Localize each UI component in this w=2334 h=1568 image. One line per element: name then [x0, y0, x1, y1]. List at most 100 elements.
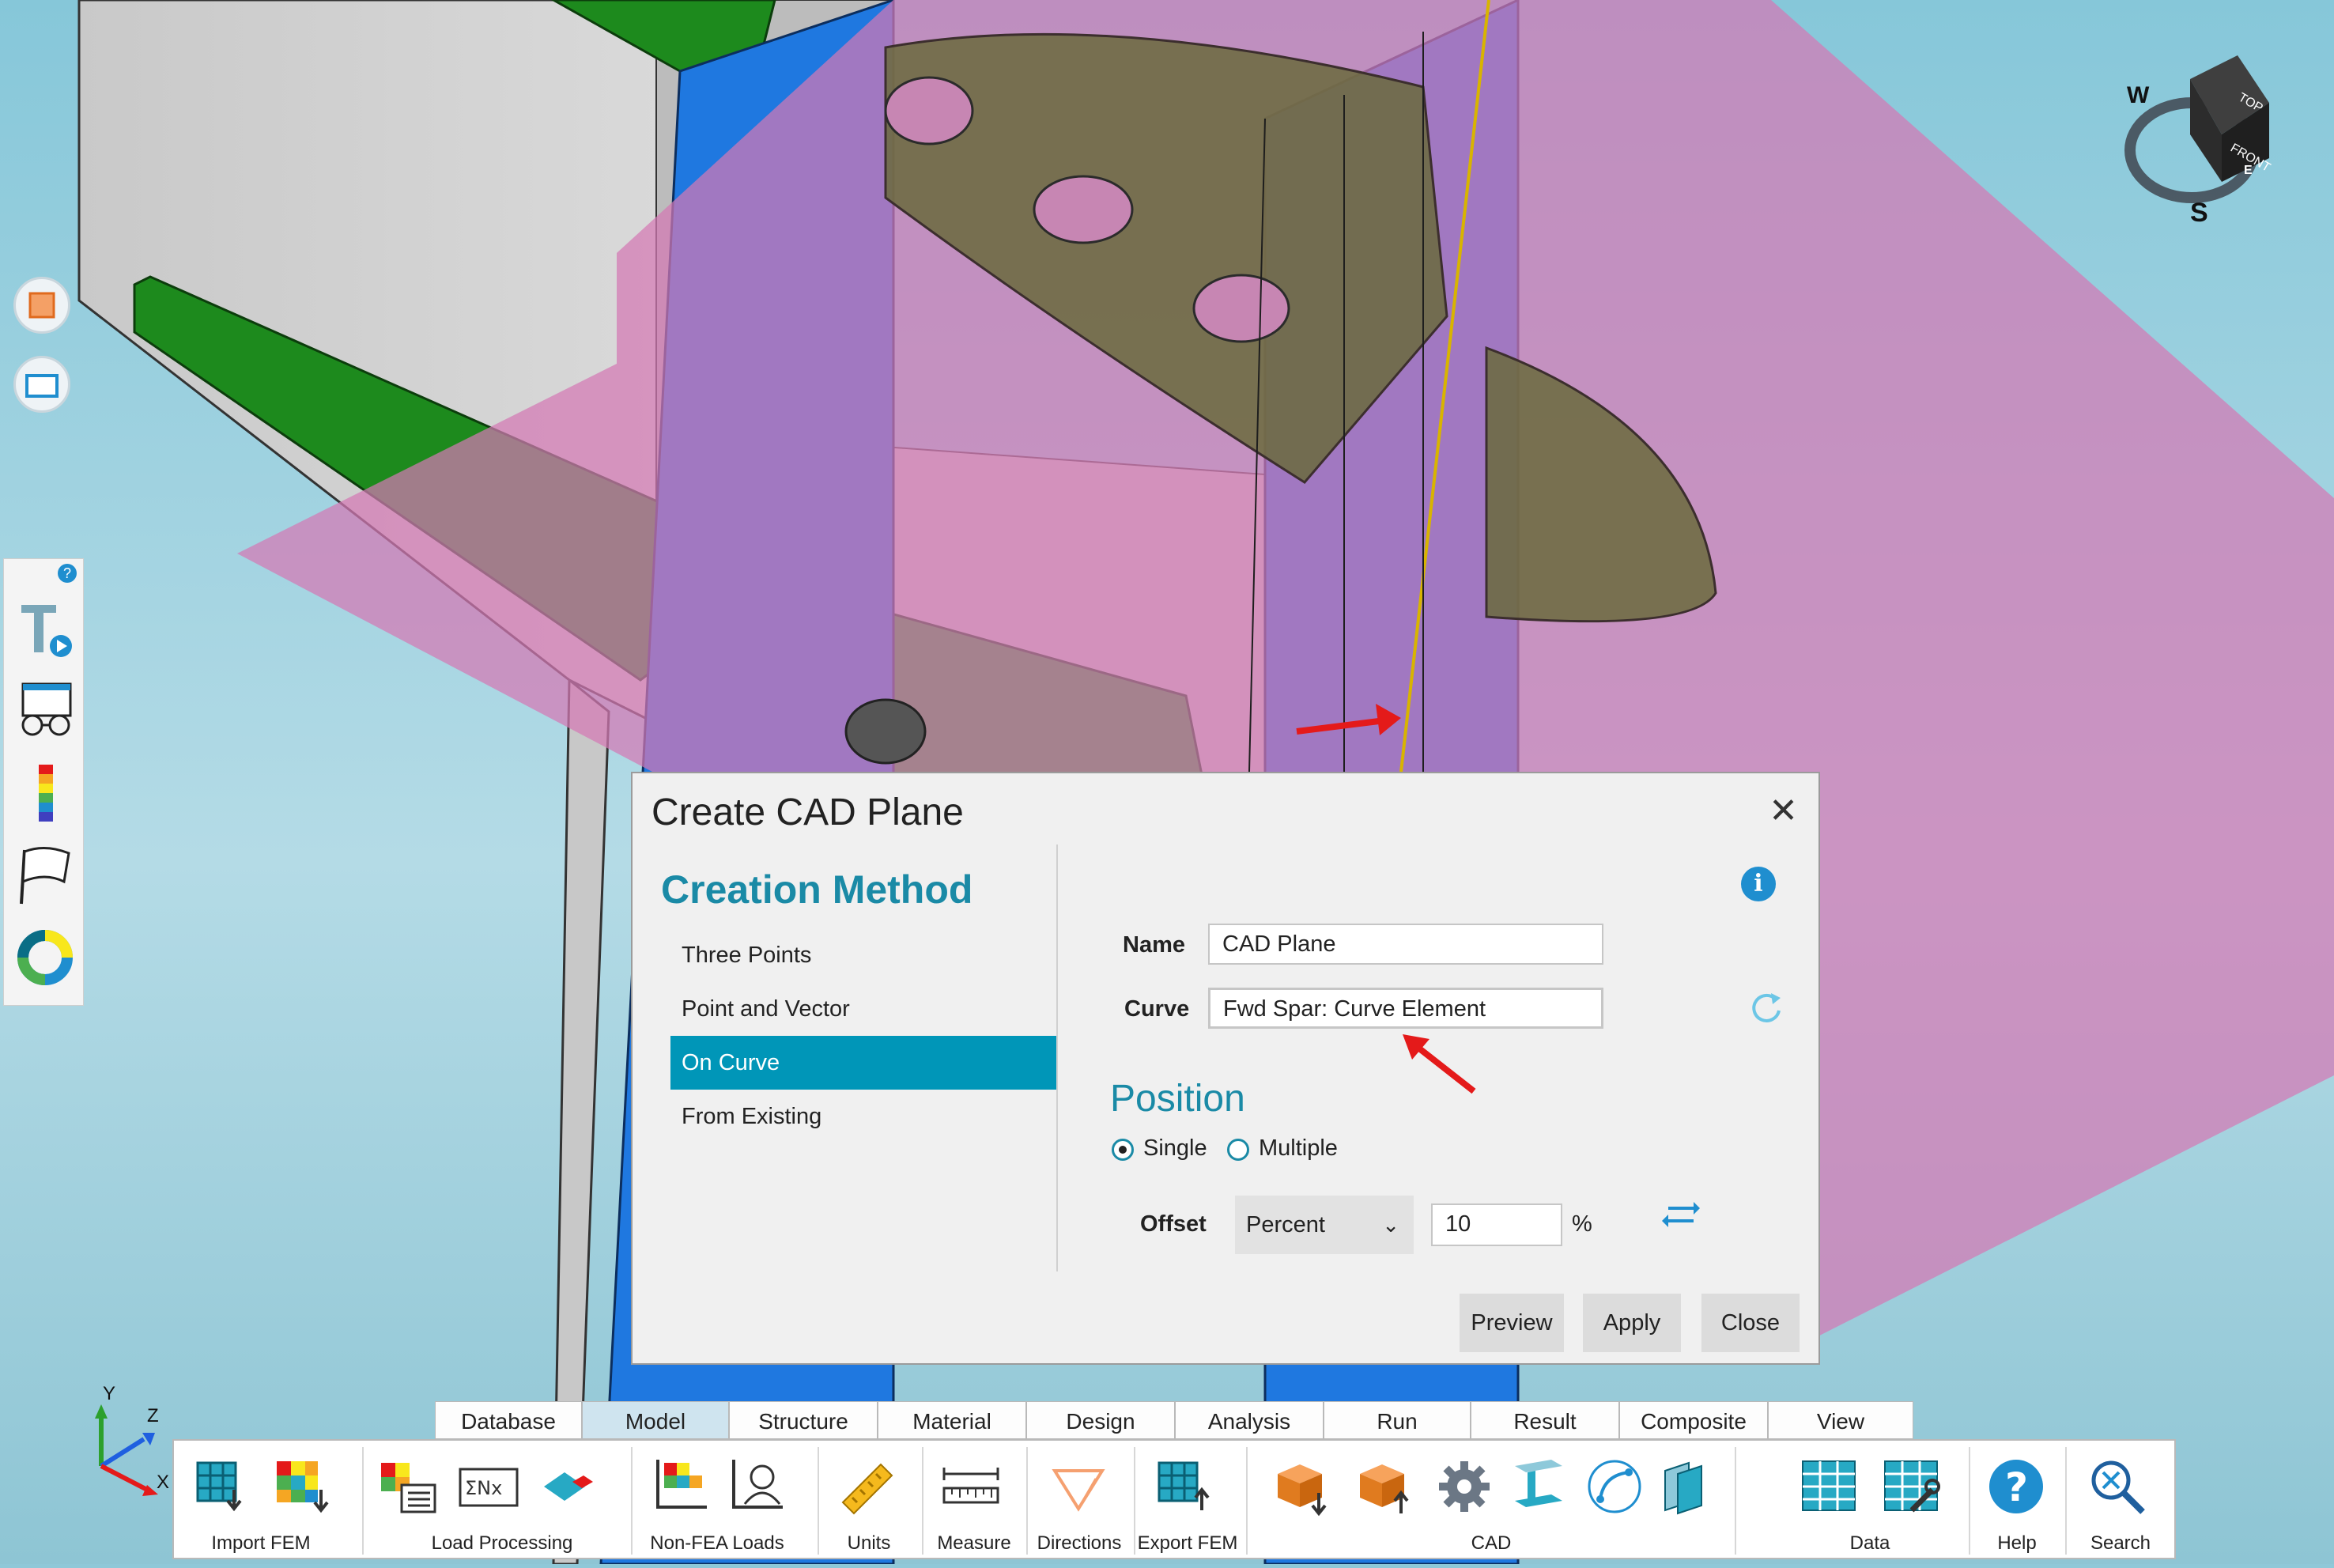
svg-text:ΣNx: ΣNx [465, 1477, 502, 1499]
curve-field[interactable]: Fwd Spar: Curve Element [1208, 988, 1603, 1029]
search-button[interactable] [2086, 1455, 2149, 1518]
cad-beam-button[interactable] [1507, 1455, 1570, 1518]
create-cad-plane-dialog: Create CAD Plane ✕ Creation Method Three… [631, 772, 1820, 1365]
tab-view[interactable]: View [1768, 1401, 1913, 1439]
gear-icon [1439, 1461, 1490, 1512]
dialog-close-icon[interactable]: ✕ [1769, 791, 1798, 831]
info-icon[interactable]: i [1741, 867, 1776, 901]
refresh-icon[interactable] [1747, 988, 1785, 1026]
method-on-curve[interactable]: On Curve [670, 1036, 1056, 1090]
position-heading: Position [1110, 1078, 1245, 1120]
donut-chart-icon [17, 930, 73, 985]
preview-button[interactable]: Preview [1460, 1294, 1564, 1352]
method-from-existing[interactable]: From Existing [670, 1090, 1056, 1143]
creation-method-heading: Creation Method [661, 867, 973, 912]
non-fea-user-button[interactable] [726, 1455, 789, 1518]
group-measure-label: Measure [937, 1532, 1011, 1554]
group-directions-label: Directions [1037, 1532, 1122, 1554]
non-fea-chart-button[interactable] [650, 1455, 713, 1518]
tab-design[interactable]: Design [1026, 1401, 1175, 1439]
offset-type-value: Percent [1246, 1212, 1325, 1237]
curve-icon [1588, 1460, 1641, 1513]
export-fem-button[interactable] [1154, 1455, 1218, 1518]
sum-nx-button[interactable]: ΣNx [457, 1455, 520, 1518]
cad-import-icon [1278, 1464, 1327, 1517]
tab-structure[interactable]: Structure [729, 1401, 878, 1439]
data-table-button[interactable] [1798, 1455, 1861, 1518]
multiple-radio[interactable] [1227, 1139, 1249, 1161]
import-fem-grid-button[interactable] [193, 1455, 256, 1518]
single-radio[interactable] [1112, 1139, 1134, 1161]
svg-text:X: X [157, 1472, 169, 1493]
load-diamond-button[interactable] [536, 1455, 599, 1518]
i-beam-icon [1515, 1460, 1562, 1507]
svg-text:E: E [2244, 164, 2253, 177]
sum-icon: ΣNx [459, 1468, 519, 1507]
tool-color-legend-button[interactable] [13, 761, 77, 828]
close-button[interactable]: Close [1701, 1294, 1800, 1352]
measure-button[interactable] [939, 1455, 1003, 1518]
bar-grid-icon [656, 1460, 707, 1509]
svg-text:?: ? [2005, 1464, 2028, 1510]
method-three-points[interactable]: Three Points [670, 928, 1056, 982]
tool-text-play-button[interactable] [13, 597, 77, 663]
tool-donut-chart-button[interactable] [13, 926, 77, 992]
tab-result[interactable]: Result [1471, 1401, 1619, 1439]
tab-analysis[interactable]: Analysis [1175, 1401, 1324, 1439]
group-cad-label: CAD [1471, 1532, 1512, 1554]
offset-value-field[interactable]: 10 [1431, 1203, 1562, 1246]
select-box-button[interactable] [13, 277, 70, 334]
svg-text:Y: Y [103, 1384, 115, 1404]
curve-label: Curve [1124, 996, 1190, 1022]
ribbon-separator [1735, 1447, 1736, 1555]
select-rect-button[interactable] [13, 356, 70, 413]
load-list-icon [381, 1463, 436, 1513]
user-chart-icon [732, 1460, 783, 1509]
swap-direction-icon[interactable] [1662, 1196, 1700, 1234]
load-list-button[interactable] [378, 1455, 441, 1518]
tab-model[interactable]: Model [582, 1401, 729, 1439]
units-button[interactable] [837, 1455, 900, 1518]
method-point-and-vector[interactable]: Point and Vector [670, 982, 1056, 1036]
dialog-title: Create CAD Plane [651, 792, 964, 833]
tab-database[interactable]: Database [435, 1401, 582, 1439]
tab-run[interactable]: Run [1324, 1401, 1471, 1439]
measure-icon [942, 1468, 999, 1504]
tab-material[interactable]: Material [878, 1401, 1026, 1439]
cad-settings-button[interactable] [1433, 1455, 1496, 1518]
group-export-fem-label: Export FEM [1137, 1532, 1238, 1554]
help-button[interactable]: ? [1985, 1455, 2048, 1518]
tool-glasses-view-button[interactable] [13, 679, 77, 746]
group-units-label: Units [847, 1532, 891, 1554]
cad-export-button[interactable] [1352, 1455, 1415, 1518]
cad-export-icon [1360, 1464, 1409, 1513]
table-wrench-icon [1884, 1460, 1940, 1513]
offset-unit: % [1572, 1211, 1592, 1237]
search-icon [2091, 1460, 2145, 1514]
color-grid-import-icon [277, 1461, 329, 1513]
surface-icon [1664, 1461, 1702, 1515]
chevron-down-icon: ⌄ [1382, 1213, 1399, 1237]
apply-button[interactable]: Apply [1583, 1294, 1681, 1352]
dialog-divider [1056, 844, 1058, 1271]
svg-text:W: W [2127, 82, 2150, 108]
annotation-arrow [1403, 1034, 1476, 1094]
tab-composite[interactable]: Composite [1619, 1401, 1768, 1439]
swap-arrows-svg [1662, 1202, 1700, 1227]
name-field[interactable]: CAD Plane [1208, 924, 1603, 965]
tool-flag-button[interactable] [13, 844, 77, 910]
cad-import-button[interactable] [1270, 1455, 1333, 1518]
glasses-icon [21, 682, 72, 736]
directions-button[interactable] [1047, 1455, 1110, 1518]
import-fem-color-button[interactable] [272, 1455, 335, 1518]
directions-icon [1052, 1469, 1105, 1512]
view-cube[interactable]: TOP FRONT W S E [2103, 47, 2285, 229]
data-edit-button[interactable] [1880, 1455, 1943, 1518]
cad-curve-button[interactable] [1583, 1455, 1646, 1518]
offset-type-select[interactable]: Percent ⌄ [1235, 1196, 1414, 1254]
cad-surface-button[interactable] [1654, 1455, 1717, 1518]
ribbon-toolbar: Import FEM ΣNx Load Processing Non-FEA L… [172, 1439, 2176, 1559]
help-small-icon[interactable]: ? [58, 564, 77, 583]
rectangle-select-icon [25, 374, 59, 398]
axis-triad-icon: Y Z X [95, 1383, 169, 1496]
